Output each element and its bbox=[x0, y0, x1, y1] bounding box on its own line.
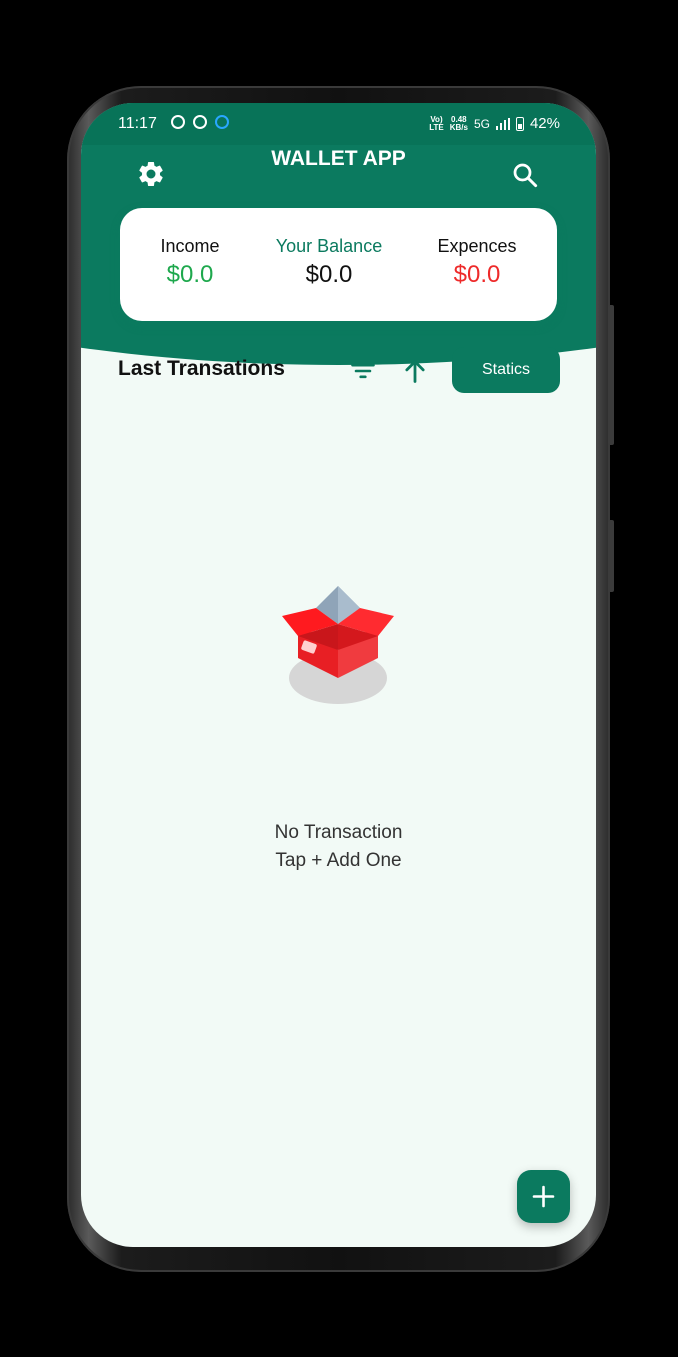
empty-state-title: No Transaction bbox=[274, 822, 403, 843]
income-summary: Income $0.0 bbox=[120, 236, 260, 289]
statics-button[interactable]: Statics bbox=[452, 347, 560, 393]
volte-indicator: Vo) LTE bbox=[429, 115, 444, 132]
search-icon bbox=[513, 163, 538, 188]
expense-summary: Expences $0.0 bbox=[407, 236, 547, 289]
status-indicators: Vo) LTE 0.48 KB/s 5G 42% bbox=[429, 115, 560, 132]
filter-button[interactable] bbox=[349, 357, 377, 385]
network-speed: 0.48 KB/s bbox=[449, 115, 468, 132]
app-notification-icon bbox=[193, 115, 207, 129]
phone-side-button bbox=[608, 520, 614, 592]
arrow-up-icon bbox=[405, 360, 425, 383]
empty-state-subtitle: Tap + Add One bbox=[275, 850, 402, 871]
section-title: Last Transations bbox=[118, 357, 285, 380]
balance-summary: Your Balance $0.0 bbox=[259, 236, 399, 289]
add-transaction-button[interactable] bbox=[517, 1170, 570, 1223]
battery-percent: 42% bbox=[529, 115, 560, 132]
phone-side-button bbox=[608, 305, 614, 445]
plus-icon bbox=[532, 1185, 555, 1208]
income-value: $0.0 bbox=[166, 261, 214, 288]
balance-value: $0.0 bbox=[305, 261, 353, 288]
sort-button[interactable] bbox=[401, 357, 429, 385]
open-box-illustration bbox=[276, 578, 400, 708]
income-label: Income bbox=[160, 236, 220, 256]
speed-unit: KB/s bbox=[449, 122, 468, 132]
volte-bottom: LTE bbox=[429, 122, 444, 132]
signal-icon bbox=[495, 117, 510, 130]
filter-icon bbox=[351, 363, 375, 379]
battery-icon bbox=[515, 116, 524, 131]
balance-label: Your Balance bbox=[275, 236, 383, 256]
expense-label: Expences bbox=[437, 236, 517, 256]
app-screen: 11:17 Vo) LTE 0.48 KB/s 5G 42% WALLET AP… bbox=[81, 103, 596, 1247]
messenger-icon bbox=[215, 115, 229, 129]
status-time: 11:17 bbox=[118, 115, 157, 132]
search-button[interactable] bbox=[510, 160, 540, 190]
balance-summary-card: Income $0.0 Your Balance $0.0 Expences $… bbox=[120, 208, 557, 321]
gear-icon bbox=[139, 161, 163, 186]
notification-icons bbox=[171, 115, 229, 129]
signal-type: 5G bbox=[473, 116, 490, 131]
status-bar: 11:17 Vo) LTE 0.48 KB/s 5G 42% bbox=[81, 103, 596, 145]
settings-button[interactable] bbox=[136, 159, 166, 189]
whatsapp-icon bbox=[171, 115, 185, 129]
expense-value: $0.0 bbox=[453, 261, 501, 288]
